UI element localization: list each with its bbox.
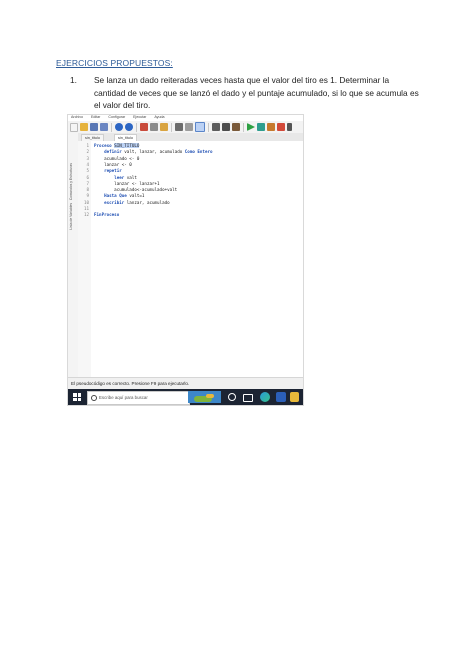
toolbar-separator [171, 122, 172, 132]
code-text: acumulado <- 0 [94, 155, 140, 161]
code-text: repetir [104, 168, 122, 174]
save-as-icon[interactable] [100, 123, 108, 131]
section-heading: EJERCICIOS PROPUESTOS: [56, 58, 173, 68]
code-text: Hasta Que valt=1 [104, 193, 145, 199]
line-number: 5 [86, 168, 89, 174]
line-number: 6 [86, 174, 89, 180]
code-text: lanzar <- lanzar+1 [94, 180, 160, 186]
cortana-icon[interactable] [228, 393, 236, 401]
line-number: 7 [86, 180, 89, 186]
line-number: 2 [86, 149, 89, 155]
side-panel-labels[interactable]: Lista de Variables Comandos y Estructura… [69, 163, 73, 230]
code-text: Proceso SIN_TITULO [94, 143, 140, 148]
windows-start-icon[interactable] [73, 393, 81, 401]
item-number: 1. [70, 75, 77, 85]
undo-icon[interactable] [115, 123, 123, 131]
line-number: 8 [86, 187, 89, 193]
step-icon[interactable] [212, 123, 220, 131]
paste-icon[interactable] [160, 123, 168, 131]
item-text: Se lanza un dado reiteradas veces hasta … [94, 75, 419, 110]
task-view-icon[interactable] [243, 394, 253, 402]
code-editor[interactable]: 1 Proceso SIN_TITULO 2 definir valt, lanza… [78, 141, 303, 377]
debug-icon[interactable] [222, 123, 230, 131]
line-number: 1 [86, 143, 89, 148]
line-number: 11 [83, 206, 89, 211]
save-icon[interactable] [90, 123, 98, 131]
menu-item[interactable]: Archivo [71, 115, 83, 119]
cut-icon[interactable] [140, 123, 148, 131]
export-icon[interactable] [267, 123, 275, 131]
search-placeholder: Escribe aquí para buscar [99, 395, 148, 400]
code-text: leer valt [114, 174, 137, 180]
side-label-variables[interactable]: Lista de Variables [69, 203, 73, 230]
code-text: escribir lanzar, acumulado [104, 199, 170, 205]
pseint-screenshot: Archivo Editar Configurar Ejecutar Ayuda [67, 114, 304, 406]
open-folder-icon[interactable] [80, 123, 88, 131]
windows-taskbar: Escribe aquí para buscar [68, 389, 303, 405]
menu-item[interactable]: Ejecutar [133, 115, 146, 119]
file-explorer-icon[interactable] [290, 392, 299, 402]
edge-icon[interactable] [260, 392, 270, 402]
code-text: definir valt, lanzar, acumulado Como Ent… [104, 149, 213, 155]
toolbar-separator [208, 122, 209, 132]
run-icon[interactable] [247, 123, 255, 131]
code-text: lanzar <- 0 [94, 161, 132, 167]
toolbar-separator [136, 122, 137, 132]
menu-item[interactable]: Ayuda [154, 115, 164, 119]
line-number: 12 [83, 212, 89, 218]
flowchart-icon[interactable] [232, 123, 240, 131]
toolbar-separator [111, 122, 112, 132]
copy-icon[interactable] [150, 123, 158, 131]
line-number: 4 [86, 161, 89, 167]
line-number: 3 [86, 155, 89, 161]
mail-icon[interactable] [276, 392, 286, 402]
select-icon[interactable] [195, 122, 205, 132]
toolbar-separator [243, 122, 244, 132]
taskbar-search-input[interactable]: Escribe aquí para buscar [87, 391, 190, 405]
line-number: 10 [83, 199, 89, 205]
code-text: FinProceso [94, 212, 120, 218]
status-message: El pseudocódigo es correcto. Presione F9… [71, 381, 190, 386]
side-label-commands[interactable]: Comandos y Estructuras [69, 163, 73, 200]
new-file-icon[interactable] [70, 122, 78, 132]
menu-item[interactable]: Configurar [108, 115, 125, 119]
extra-icon[interactable] [287, 123, 292, 131]
step-run-icon[interactable] [257, 123, 265, 131]
redo-icon[interactable] [125, 123, 133, 131]
indent-icon[interactable] [175, 123, 183, 131]
search-icon [91, 395, 97, 401]
line-number: 9 [86, 193, 89, 199]
code-text: acumulado<-acumulado+valt [94, 187, 178, 193]
search-highlight-image [188, 391, 221, 403]
find-icon[interactable] [185, 123, 193, 131]
menu-item[interactable]: Editar [91, 115, 100, 119]
help-icon[interactable] [277, 123, 285, 131]
